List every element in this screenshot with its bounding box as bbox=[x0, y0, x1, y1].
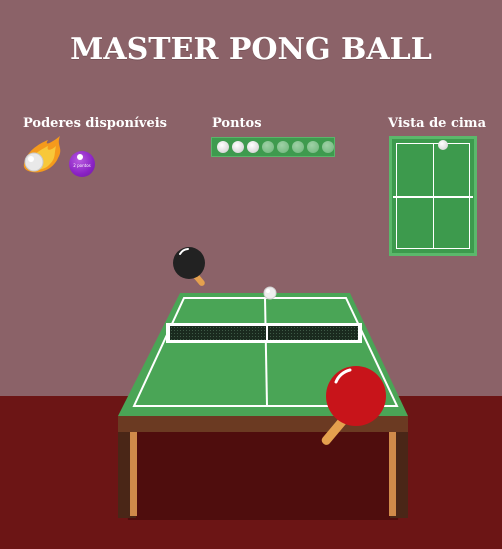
game-stage[interactable]: MASTER PONG BALL Poderes disponíveis Pon… bbox=[0, 0, 502, 549]
net-pattern bbox=[170, 326, 358, 340]
game-ball-shine bbox=[266, 289, 270, 293]
opponent-paddle bbox=[173, 247, 205, 286]
table-leg-left bbox=[130, 432, 137, 516]
table-scene bbox=[118, 247, 408, 520]
table-leg-right bbox=[389, 432, 396, 516]
player-paddle-face bbox=[326, 366, 386, 426]
opponent-paddle-face bbox=[173, 247, 205, 279]
game-ball bbox=[263, 286, 277, 300]
table-shadow bbox=[118, 418, 408, 520]
